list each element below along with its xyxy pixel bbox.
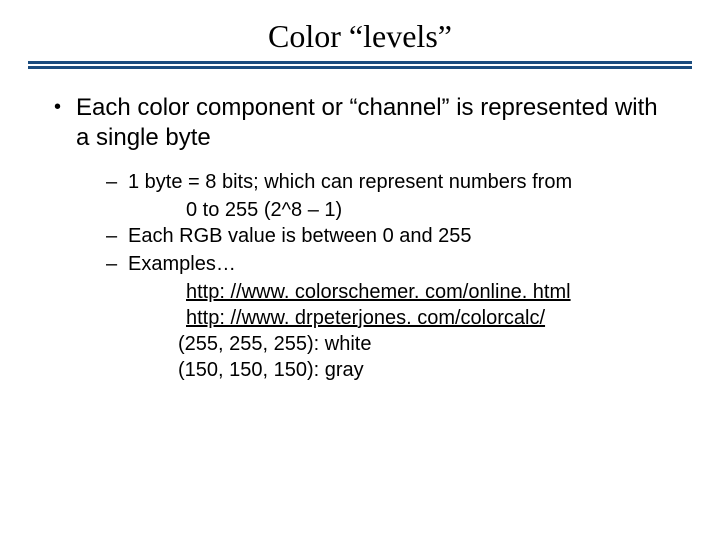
sub-bullet-1-continuation: 0 to 255 (2^8 – 1) [106, 197, 672, 223]
sub-bullet-list: – 1 byte = 8 bits; which can represent n… [48, 163, 672, 383]
title-rule [28, 61, 692, 69]
sub-bullet-1-text-line1: 1 byte = 8 bits; which can represent num… [128, 169, 572, 195]
bullet-level1-text: Each color component or “channel” is rep… [76, 93, 672, 153]
sub-bullet-1: – 1 byte = 8 bits; which can represent n… [106, 169, 672, 195]
dash-icon: – [106, 251, 128, 277]
slide: Color “levels” • Each color component or… [0, 0, 720, 540]
example-value-2: (150, 150, 150): gray [106, 357, 672, 383]
sub-bullet-2-text: Each RGB value is between 0 and 255 [128, 223, 472, 249]
example-value-1: (255, 255, 255): white [106, 331, 672, 357]
sub-bullet-1-text-line2: 0 to 255 (2^8 – 1) [186, 197, 672, 223]
sub-bullet-2: – Each RGB value is between 0 and 255 [106, 223, 672, 249]
bullet-dot-icon: • [48, 93, 76, 153]
dash-icon: – [106, 223, 128, 249]
slide-title: Color “levels” [0, 18, 720, 55]
content-area: • Each color component or “channel” is r… [0, 69, 720, 383]
dash-icon: – [106, 169, 128, 195]
sub-bullet-3-text: Examples… [128, 251, 236, 277]
example-link-2[interactable]: http: //www. drpeterjones. com/colorcalc… [186, 305, 672, 331]
sub-bullet-3: – Examples… [106, 251, 672, 277]
example-link-1[interactable]: http: //www. colorschemer. com/online. h… [186, 279, 672, 305]
bullet-level1: • Each color component or “channel” is r… [48, 93, 672, 153]
example-links: http: //www. colorschemer. com/online. h… [106, 279, 672, 331]
